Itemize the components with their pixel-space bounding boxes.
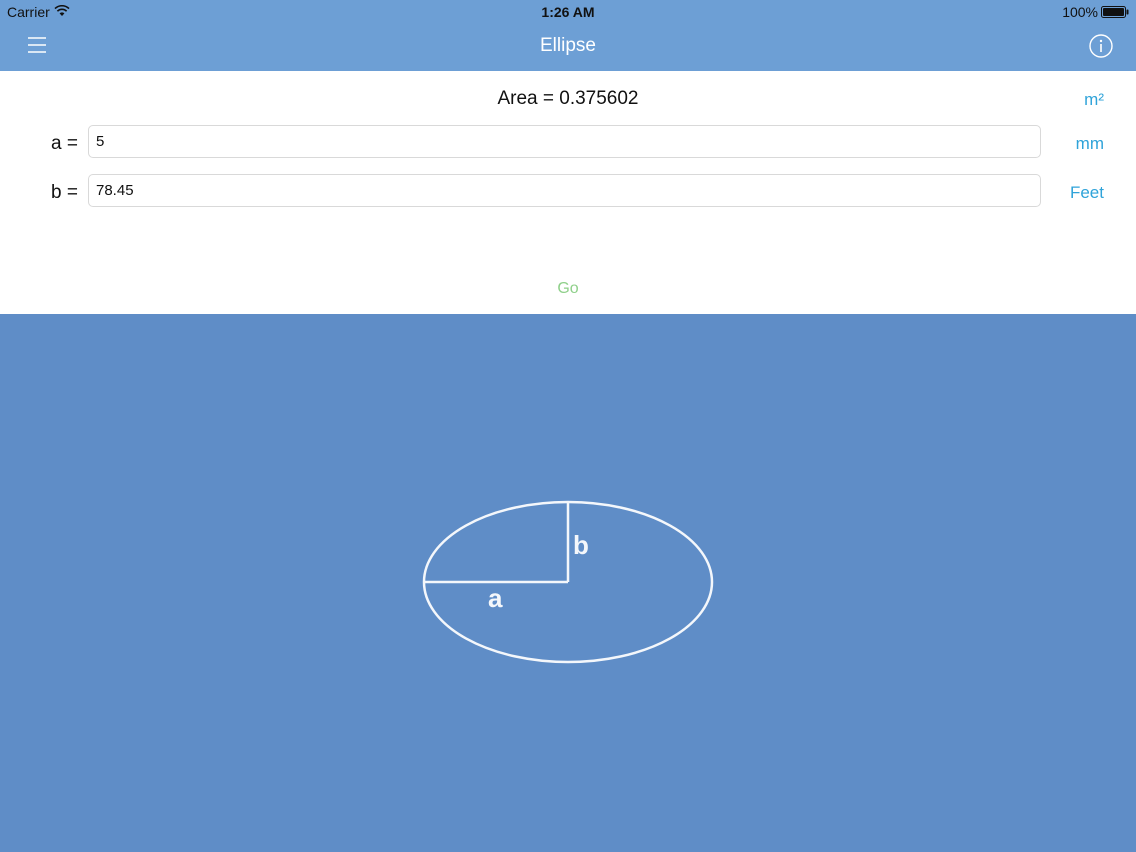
b-unit-button[interactable]: Feet xyxy=(1070,183,1104,203)
battery-percent: 100% xyxy=(1062,4,1098,20)
axis-label-b: b xyxy=(573,530,589,560)
a-unit-button[interactable]: mm xyxy=(1076,134,1104,154)
status-bar: Carrier 1:26 AM 100% xyxy=(0,0,1136,22)
ellipse-diagram-area: a b xyxy=(0,314,1136,852)
axis-label-a: a xyxy=(488,583,503,613)
a-label: a = xyxy=(51,133,78,154)
a-input[interactable] xyxy=(88,125,1041,158)
navigation-bar: Ellipse xyxy=(0,22,1136,71)
calculator-form: Area = 0.375602 m² a = mm b = Feet Go xyxy=(0,71,1136,314)
status-time: 1:26 AM xyxy=(541,4,595,20)
ellipse-diagram: a b xyxy=(422,500,714,664)
page-title: Ellipse xyxy=(540,35,596,56)
b-label: b = xyxy=(51,182,78,203)
area-unit-button[interactable]: m² xyxy=(1084,90,1104,110)
area-result: Area = 0.375602 xyxy=(497,88,639,109)
top-bar: Carrier 1:26 AM 100% Ellipse xyxy=(0,0,1136,71)
battery-icon xyxy=(1101,5,1129,21)
b-input[interactable] xyxy=(88,174,1041,207)
info-icon[interactable] xyxy=(1089,34,1113,58)
go-button[interactable]: Go xyxy=(0,280,1136,298)
